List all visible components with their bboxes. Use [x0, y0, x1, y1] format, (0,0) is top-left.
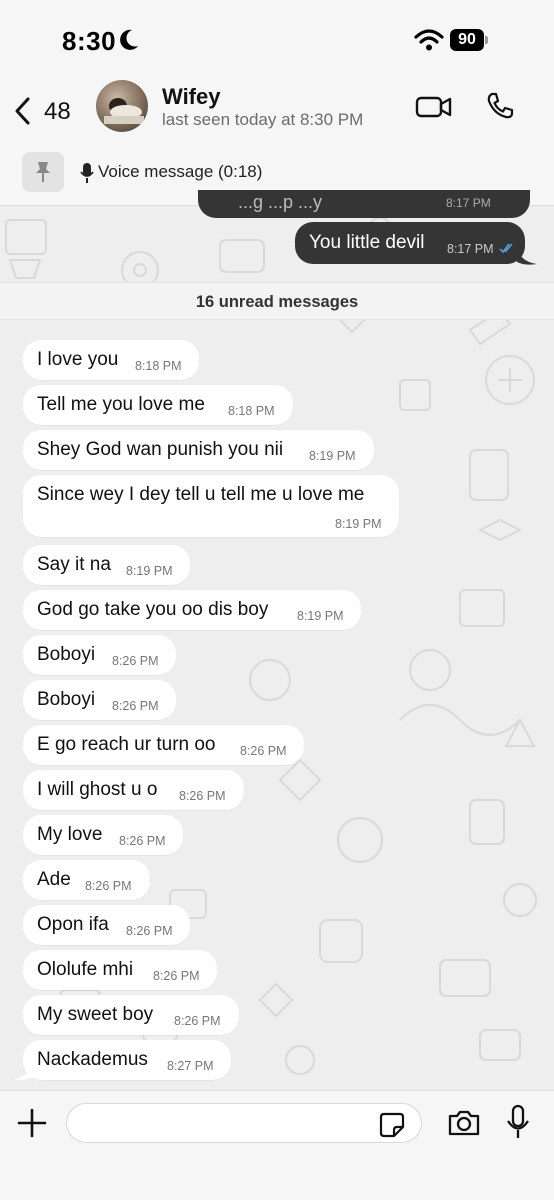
message-text: Shey God wan punish you nii	[37, 439, 284, 460]
incoming-message[interactable]: My sweet boy 8:26 PM	[23, 995, 239, 1035]
incoming-message[interactable]: My love 8:26 PM	[23, 815, 183, 855]
message-composer	[0, 1090, 554, 1200]
message-time: 8:18 PM	[135, 359, 182, 373]
incoming-message[interactable]: Ololufe mhi 8:26 PM	[23, 950, 217, 990]
message-time: 8:19 PM	[297, 609, 344, 623]
message-time: 8:26 PM	[179, 789, 226, 803]
outgoing-message[interactable]: You little devil 8:17 PM	[295, 222, 525, 264]
message-text: My love	[37, 824, 103, 845]
incoming-message[interactable]: Say it na 8:19 PM	[23, 545, 190, 585]
message-time: 8:17 PM	[446, 196, 491, 210]
chat-header: 48 Wifey last seen today at 8:30 PM	[0, 80, 554, 140]
pinned-message-text: Voice message (0:18)	[98, 162, 263, 181]
video-call-icon[interactable]	[414, 92, 454, 122]
message-text: Ololufe mhi	[37, 959, 134, 980]
message-text: God go take you oo dis boy	[37, 599, 269, 620]
incoming-message[interactable]: Ade 8:26 PM	[23, 860, 150, 900]
message-time: 8:26 PM	[112, 654, 159, 668]
unread-chats-count: 48	[44, 98, 71, 125]
attach-plus-icon[interactable]	[16, 1107, 48, 1139]
incoming-message[interactable]: Boboyi 8:26 PM	[23, 680, 176, 720]
outgoing-message-partial[interactable]: ...g ...p ...y 8:17 PM	[198, 190, 530, 218]
message-time: 8:17 PM	[447, 242, 494, 256]
camera-icon[interactable]	[446, 1107, 482, 1139]
message-time: 8:26 PM	[174, 1014, 221, 1028]
incoming-message[interactable]: I love you 8:18 PM	[23, 340, 199, 380]
microphone-icon	[80, 163, 94, 183]
message-input[interactable]	[66, 1103, 422, 1143]
message-time: 8:19 PM	[126, 564, 173, 578]
message-time: 8:19 PM	[309, 449, 356, 463]
message-time: 8:26 PM	[112, 699, 159, 713]
message-text: Nackademus	[37, 1049, 148, 1070]
message-time: 8:26 PM	[126, 924, 173, 938]
incoming-message[interactable]: Shey God wan punish you nii 8:19 PM	[23, 430, 374, 470]
incoming-message[interactable]: Boboyi 8:26 PM	[23, 635, 176, 675]
bubble-tail	[14, 1062, 34, 1080]
chevron-left-icon	[15, 97, 30, 125]
battery-indicator: 90	[450, 29, 490, 51]
phone-icon[interactable]	[484, 90, 516, 122]
status-bar: 8:30 90	[0, 0, 554, 80]
message-text: Boboyi	[37, 644, 96, 665]
wifi-icon	[414, 29, 444, 51]
last-seen-status: last seen today at 8:30 PM	[162, 110, 364, 129]
microphone-icon[interactable]	[504, 1104, 532, 1142]
battery-level: 90	[450, 29, 484, 51]
battery-tip	[485, 36, 488, 44]
message-text: Tell me you love me	[37, 394, 205, 415]
message-text: Ade	[37, 869, 71, 890]
contact-name[interactable]: Wifey	[162, 84, 220, 110]
moon-icon	[120, 29, 138, 50]
unread-messages-banner: 16 unread messages	[0, 282, 554, 320]
message-time: 8:26 PM	[85, 879, 132, 893]
message-text: Say it na	[37, 554, 111, 575]
message-text: Boboyi	[37, 689, 96, 710]
incoming-message[interactable]: Opon ifa 8:26 PM	[23, 905, 190, 945]
pin-icon	[36, 162, 50, 182]
avatar-photo	[104, 98, 144, 124]
message-text: I love you	[37, 349, 119, 370]
sticker-icon[interactable]	[378, 1111, 406, 1139]
message-time: 8:26 PM	[153, 969, 200, 983]
bubble-tail	[517, 248, 537, 265]
message-text: Opon ifa	[37, 914, 109, 935]
pin-button[interactable]	[22, 152, 64, 192]
incoming-message[interactable]: I will ghost u o 8:26 PM	[23, 770, 244, 810]
incoming-message[interactable]: God go take you oo dis boy 8:19 PM	[23, 590, 361, 630]
message-time: 8:19 PM	[335, 517, 382, 531]
incoming-message[interactable]: Tell me you love me 8:18 PM	[23, 385, 293, 425]
status-time: 8:30	[62, 26, 117, 56]
contact-avatar[interactable]	[96, 80, 148, 132]
incoming-message[interactable]: Since wey I dey tell u tell me u love me…	[23, 475, 399, 537]
message-time: 8:18 PM	[228, 404, 275, 418]
incoming-message[interactable]: E go reach ur turn oo 8:26 PM	[23, 725, 304, 765]
message-text: Since wey I dey tell u tell me u love me	[37, 484, 365, 505]
incoming-message[interactable]: Nackademus 8:27 PM	[23, 1040, 231, 1080]
message-text: My sweet boy	[37, 1004, 154, 1025]
message-text: ...g ...p ...y	[238, 192, 323, 212]
message-text: You little devil	[309, 232, 425, 253]
read-receipt-icon	[499, 243, 513, 254]
message-text: I will ghost u o	[37, 779, 158, 800]
message-time: 8:26 PM	[119, 834, 166, 848]
message-time: 8:26 PM	[240, 744, 287, 758]
message-text: E go reach ur turn oo	[37, 734, 216, 755]
back-button[interactable]: 48	[8, 84, 78, 134]
message-time: 8:27 PM	[167, 1059, 214, 1073]
